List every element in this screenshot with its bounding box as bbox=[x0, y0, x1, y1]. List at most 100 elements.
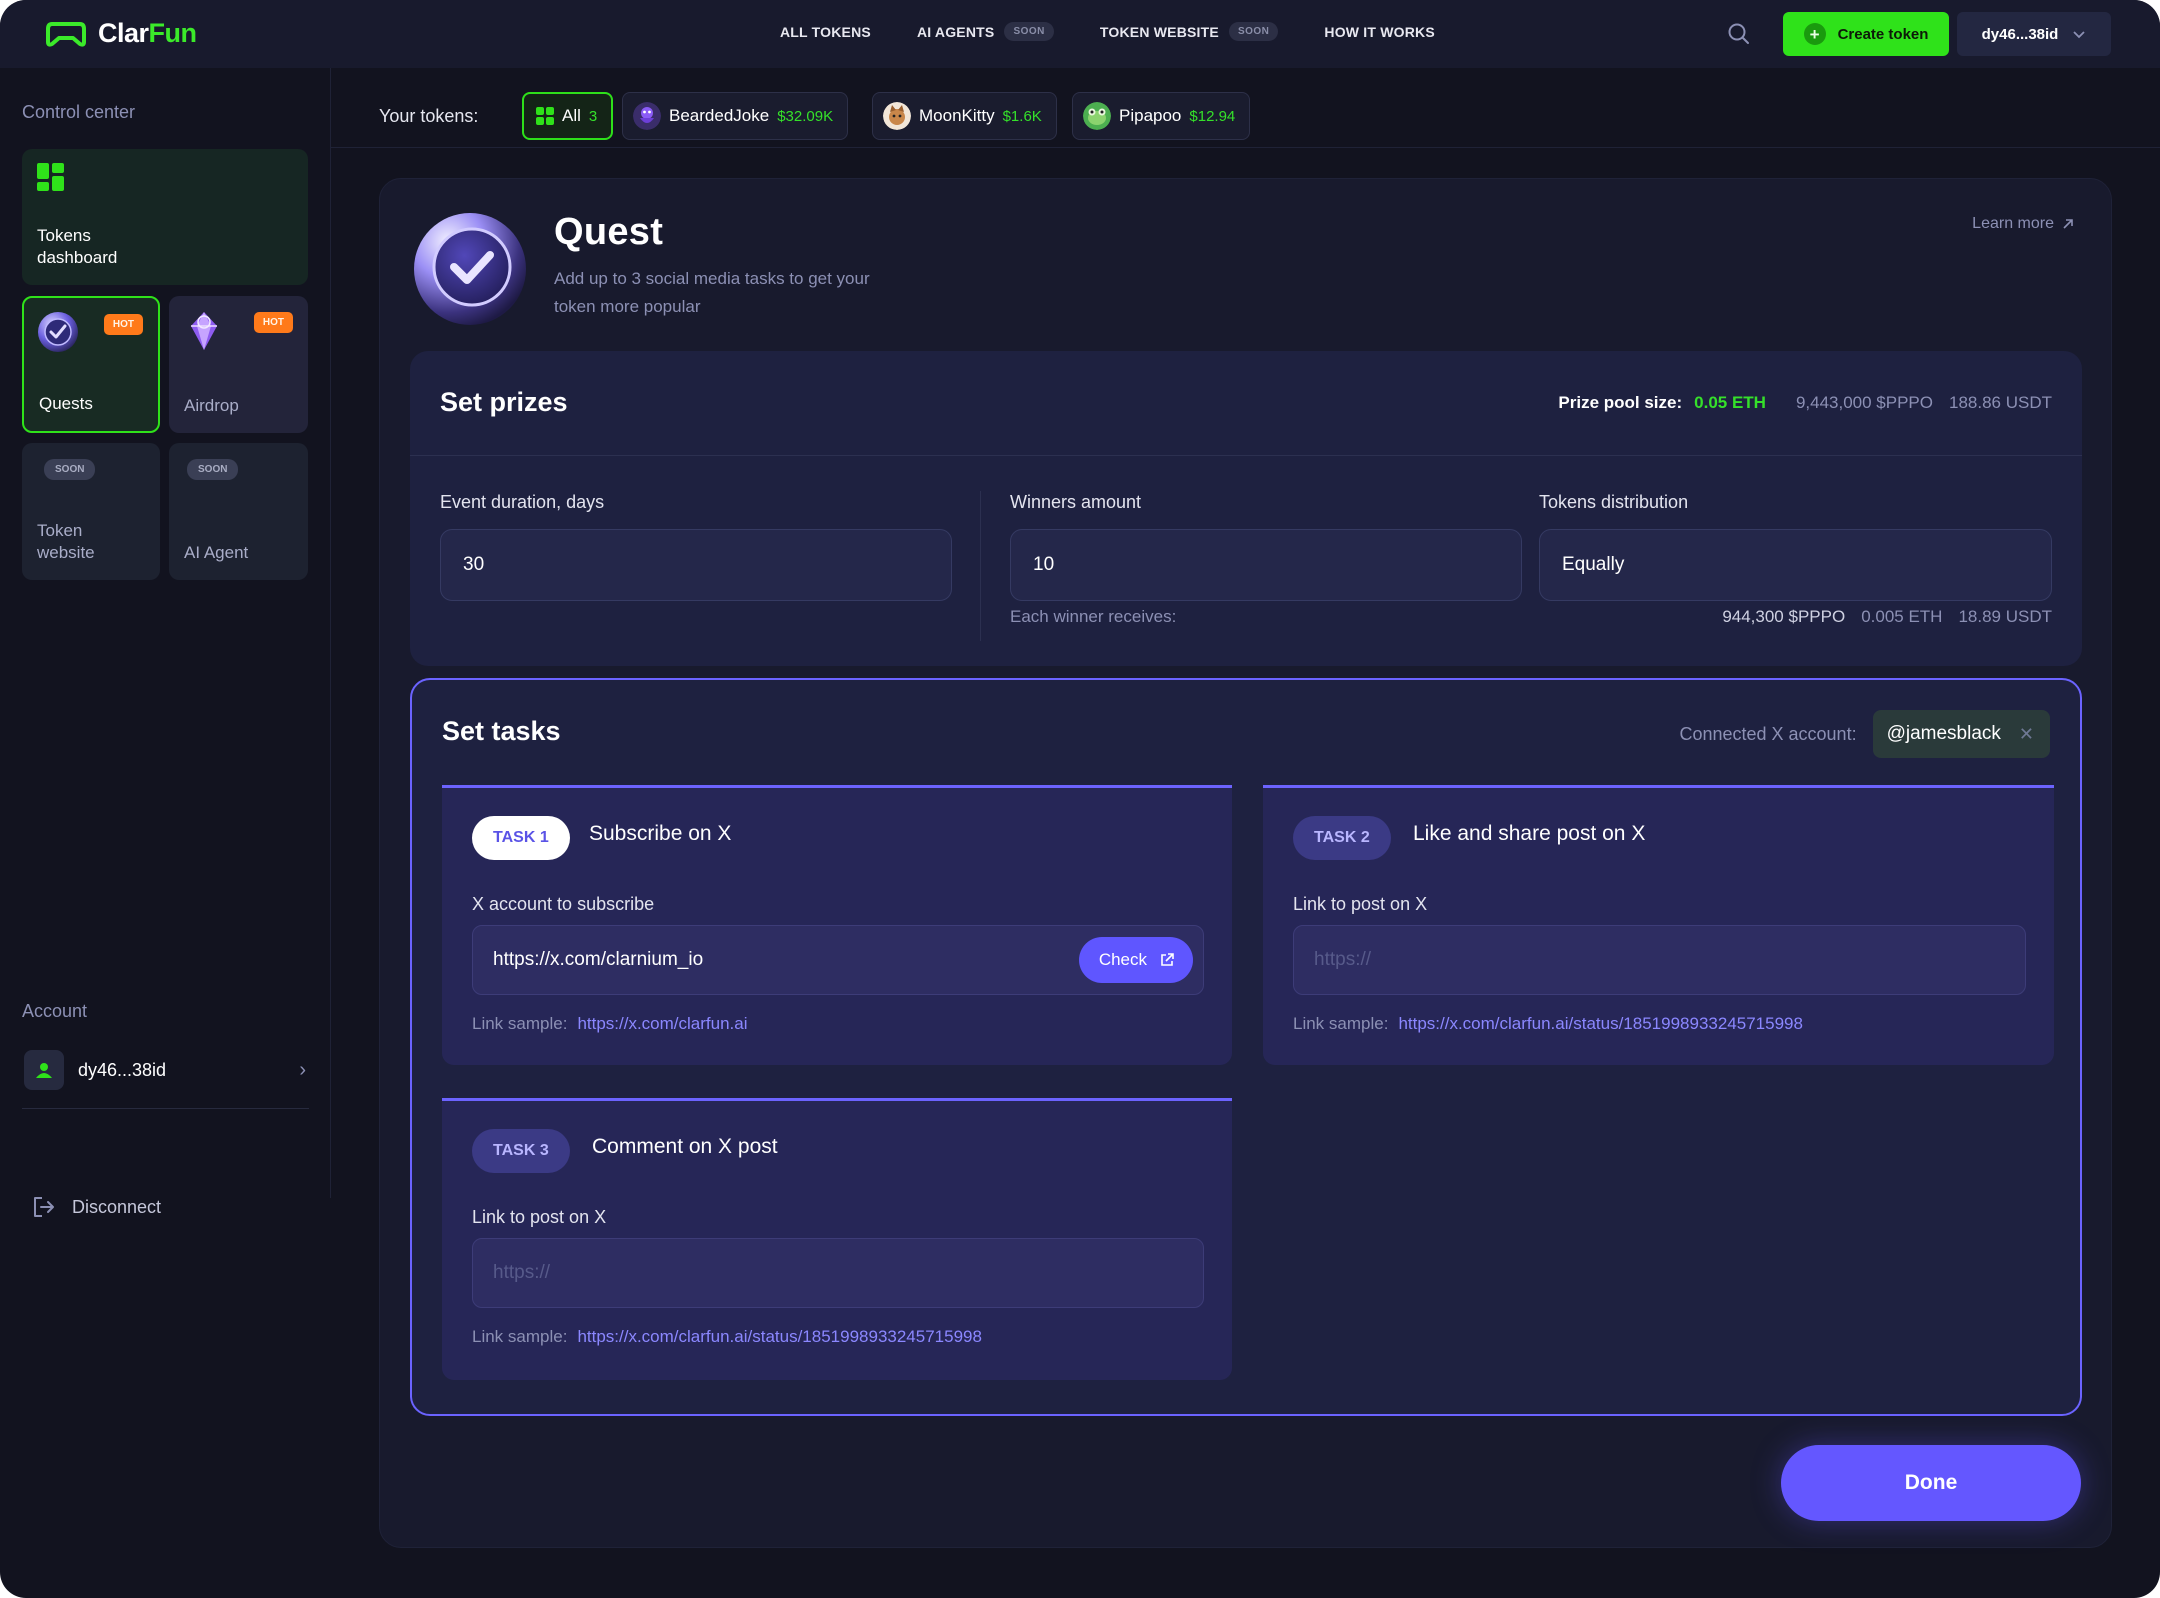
link-sample: Link sample: https://x.com/clarfun.ai/st… bbox=[1293, 1014, 1803, 1034]
task-title: Comment on X post bbox=[592, 1135, 778, 1158]
dashboard-grid-icon bbox=[37, 163, 64, 191]
each-winner-usdt: 18.89 USDT bbox=[1958, 607, 2052, 626]
soon-badge: SOON bbox=[1228, 22, 1279, 41]
avatar bbox=[24, 1050, 64, 1090]
logout-icon bbox=[34, 1197, 54, 1217]
winners-input[interactable]: 10 bbox=[1010, 529, 1522, 601]
top-navigation-bar: ClarFun ALL TOKENS AI AGENTS SOON TOKEN … bbox=[0, 0, 2160, 68]
prize-pool-label: Prize pool size: bbox=[1558, 393, 1683, 412]
post-link-input[interactable]: https:// bbox=[1293, 925, 2026, 995]
task-card-3: TASK 3 Comment on X post Link to post on… bbox=[442, 1098, 1232, 1380]
duration-input[interactable]: 30 bbox=[440, 529, 952, 601]
token-website-label: Token website bbox=[37, 521, 95, 562]
chevron-down-icon bbox=[2073, 31, 2085, 39]
link-sample-label: Link sample: bbox=[472, 1014, 568, 1033]
x-handle: @jamesblack bbox=[1886, 723, 2001, 744]
quest-check-coin-icon bbox=[38, 312, 78, 352]
token-value: $12.94 bbox=[1189, 107, 1236, 125]
arrow-up-right-icon bbox=[2063, 219, 2073, 229]
prize-pool-token: 9,443,000 $PPPO bbox=[1795, 393, 1933, 412]
disconnect-button[interactable]: Disconnect bbox=[32, 1196, 161, 1218]
page-title: Quest bbox=[554, 211, 664, 253]
hot-badge: HOT bbox=[253, 312, 293, 333]
moonkitty-avatar bbox=[883, 102, 911, 130]
airdrop-tile[interactable]: HOT Airdrop bbox=[169, 296, 308, 433]
airdrop-label: Airdrop bbox=[184, 396, 239, 415]
task-tag: TASK 2 bbox=[1293, 816, 1391, 860]
gamepad-logo-icon bbox=[46, 21, 86, 47]
input-placeholder: https:// bbox=[493, 1262, 551, 1283]
link-sample-url[interactable]: https://x.com/clarfun.ai bbox=[577, 1014, 747, 1034]
soon-badge: SOON bbox=[1004, 22, 1054, 41]
done-button[interactable]: Done bbox=[1781, 1445, 2081, 1521]
link-sample-url[interactable]: https://x.com/clarfun.ai/status/18519989… bbox=[1398, 1014, 1803, 1034]
input-placeholder: https:// bbox=[1314, 949, 1372, 970]
ai-agent-label: AI Agent bbox=[184, 543, 249, 562]
nav-ai-agents[interactable]: AI AGENTS SOON bbox=[917, 22, 1054, 41]
token-value: $1.6K bbox=[1002, 107, 1042, 125]
link-sample: Link sample: https://x.com/clarfun.ai bbox=[472, 1014, 748, 1034]
tokens-dashboard-tile[interactable]: Tokens dashboard bbox=[22, 149, 308, 285]
task-tag: TASK 3 bbox=[472, 1129, 570, 1173]
set-prizes-section: Set prizes Prize pool size: 0.05 ETH 9,4… bbox=[410, 351, 2082, 666]
token-name: Pipapoo bbox=[1119, 106, 1182, 125]
token-count: 3 bbox=[588, 107, 598, 125]
token-filter-all[interactable]: All 3 bbox=[522, 92, 614, 140]
task-card-1: TASK 1 Subscribe on X X account to subsc… bbox=[442, 785, 1232, 1065]
task-field-label: Link to post on X bbox=[472, 1207, 607, 1227]
plus-icon: + bbox=[1803, 23, 1826, 45]
nav-token-website[interactable]: TOKEN WEBSITE SOON bbox=[1099, 22, 1279, 41]
connected-x-label: Connected X account: bbox=[1679, 723, 1857, 744]
task-tag: TASK 1 bbox=[472, 816, 570, 860]
distribution-select[interactable]: Equally bbox=[1539, 529, 2052, 601]
create-token-button[interactable]: + Create token bbox=[1783, 12, 1949, 56]
pipapoo-avatar bbox=[1083, 102, 1111, 130]
distribution-value: Equally bbox=[1562, 554, 1625, 575]
wallet-dropdown[interactable]: dy46...38id bbox=[1957, 12, 2111, 56]
task-title: Subscribe on X bbox=[589, 822, 732, 845]
post-link-input[interactable]: https:// bbox=[472, 1238, 1204, 1308]
account-row[interactable]: dy46...38id › bbox=[24, 1046, 306, 1094]
token-name: MoonKitty bbox=[919, 106, 995, 125]
link-sample-label: Link sample: bbox=[472, 1327, 568, 1346]
nav-how-it-works[interactable]: HOW IT WORKS bbox=[1324, 24, 1435, 40]
task-field-label: Link to post on X bbox=[1293, 894, 1428, 914]
main-nav: ALL TOKENS AI AGENTS SOON TOKEN WEBSITE … bbox=[780, 22, 1481, 41]
external-link-icon bbox=[1161, 953, 1174, 966]
page-description: Add up to 3 social media tasks to get yo… bbox=[554, 269, 870, 316]
app-window: ClarFun ALL TOKENS AI AGENTS SOON TOKEN … bbox=[0, 0, 2160, 1598]
token-chip-moonkitty[interactable]: MoonKitty $1.6K bbox=[872, 92, 1057, 140]
wallet-address: dy46...38id bbox=[1981, 25, 2059, 43]
nav-label: TOKEN WEBSITE bbox=[1099, 23, 1219, 40]
prize-pool-summary: Prize pool size: 0.05 ETH 9,443,000 $PPP… bbox=[1558, 393, 2052, 413]
learn-more-link[interactable]: Learn more bbox=[1972, 215, 2074, 233]
token-chip-pipapoo[interactable]: Pipapoo $12.94 bbox=[1072, 92, 1251, 140]
link-sample-url[interactable]: https://x.com/clarfun.ai/status/18519989… bbox=[577, 1327, 982, 1347]
your-tokens-label: Your tokens: bbox=[379, 106, 479, 126]
connected-x-account: Connected X account: @jamesblack ✕ bbox=[1679, 710, 2050, 758]
x-account-input[interactable]: https://x.com/clarnium_io Check bbox=[472, 925, 1204, 995]
beardedjoke-avatar bbox=[633, 102, 661, 130]
close-icon[interactable]: ✕ bbox=[2019, 724, 2034, 745]
clarfun-logo[interactable]: ClarFun bbox=[46, 18, 197, 49]
quests-tile[interactable]: HOT Quests bbox=[22, 296, 160, 433]
search-icon[interactable] bbox=[1726, 21, 1752, 47]
done-label: Done bbox=[1904, 1471, 1958, 1494]
ai-agent-tile[interactable]: SOON AI Agent bbox=[169, 443, 308, 580]
task-field-label: X account to subscribe bbox=[472, 894, 655, 914]
x-account-chip: @jamesblack ✕ bbox=[1872, 710, 2050, 758]
nav-all-tokens[interactable]: ALL TOKENS bbox=[780, 24, 871, 40]
token-name: BeardedJoke bbox=[669, 106, 770, 125]
token-website-tile[interactable]: SOON Token website bbox=[22, 443, 160, 580]
vertical-divider bbox=[980, 491, 981, 641]
brand-name-part1: Clar bbox=[98, 18, 149, 48]
winners-label: Winners amount bbox=[1010, 492, 1142, 512]
check-button[interactable]: Check bbox=[1078, 937, 1193, 983]
each-winner-label: Each winner receives: bbox=[1010, 607, 1177, 626]
each-winner-receives-row: Each winner receives: 944,300 $PPPO 0.00… bbox=[1010, 607, 2052, 627]
token-chip-beardedjoke[interactable]: BeardedJoke $32.09K bbox=[622, 92, 849, 140]
duration-value: 30 bbox=[463, 554, 485, 575]
task-card-2: TASK 2 Like and share post on X Link to … bbox=[1263, 785, 2054, 1065]
quests-label: Quests bbox=[39, 394, 93, 413]
duration-label: Event duration, days bbox=[440, 492, 605, 512]
